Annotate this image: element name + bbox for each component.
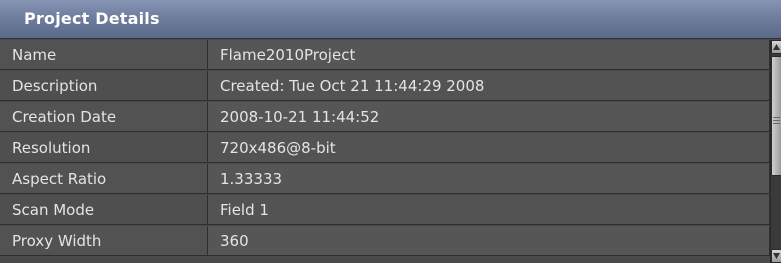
- row-label: Description: [0, 71, 208, 101]
- panel-title: Project Details: [24, 9, 160, 28]
- row-value[interactable]: 1.33333: [208, 164, 770, 194]
- row-value[interactable]: 2008-10-21 11:44:52: [208, 102, 770, 132]
- row-label: Scan Mode: [0, 195, 208, 225]
- table-row-proxy-width[interactable]: Proxy Width 360: [0, 226, 770, 256]
- details-table: Name Flame2010Project Description Create…: [0, 40, 770, 263]
- row-label: Aspect Ratio: [0, 164, 208, 194]
- scroll-down-arrow-icon[interactable]: [771, 249, 781, 263]
- row-label: Name: [0, 40, 208, 70]
- table-row-creation-date[interactable]: Creation Date 2008-10-21 11:44:52: [0, 102, 770, 132]
- panel-header: Project Details: [0, 0, 781, 39]
- table-row-aspect-ratio[interactable]: Aspect Ratio 1.33333: [0, 164, 770, 194]
- row-value[interactable]: 720x486@8-bit: [208, 133, 770, 163]
- table-row-resolution[interactable]: Resolution 720x486@8-bit: [0, 133, 770, 163]
- project-details-panel: Project Details Name Flame2010Project De…: [0, 0, 781, 263]
- row-value[interactable]: Field 1: [208, 195, 770, 225]
- row-label: Resolution: [0, 133, 208, 163]
- table-row-scan-mode[interactable]: Scan Mode Field 1: [0, 195, 770, 225]
- table-row-description[interactable]: Description Created: Tue Oct 21 11:44:29…: [0, 71, 770, 101]
- row-value[interactable]: Flame2010Project: [208, 40, 770, 70]
- grip-icon: [773, 117, 780, 126]
- row-value[interactable]: Created: Tue Oct 21 11:44:29 2008: [208, 71, 770, 101]
- scroll-up-arrow-icon[interactable]: [771, 40, 781, 54]
- row-label: Proxy Width: [0, 226, 208, 256]
- scrollbar-thumb[interactable]: [771, 56, 781, 176]
- vertical-scrollbar[interactable]: [770, 40, 781, 263]
- table-row-name[interactable]: Name Flame2010Project: [0, 40, 770, 70]
- row-value[interactable]: 360: [208, 226, 770, 256]
- row-label: Creation Date: [0, 102, 208, 132]
